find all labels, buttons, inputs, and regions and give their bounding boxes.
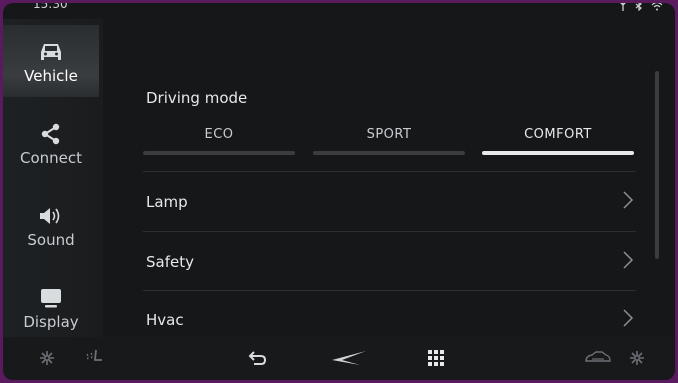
sidebar-item-label: Display xyxy=(23,313,79,331)
chevron-right-icon xyxy=(622,308,634,332)
sidebar-item-display[interactable]: Display xyxy=(3,271,99,343)
sidebar: Vehicle Connect Sound Display xyxy=(3,19,103,337)
status-bar: 15:30 xyxy=(3,3,675,19)
menu-item-label: Safety xyxy=(146,253,194,271)
fan-icon[interactable] xyxy=(625,345,649,371)
back-icon[interactable] xyxy=(246,345,270,371)
car-air-icon[interactable] xyxy=(583,345,613,371)
screen: 15:30 Vehicle Connect Sound Display Driv… xyxy=(3,3,675,380)
chevron-right-icon xyxy=(622,190,634,214)
divider xyxy=(143,231,636,232)
chevron-right-icon xyxy=(622,250,634,274)
tab-eco-indicator xyxy=(143,151,295,155)
sidebar-item-connect[interactable]: Connect xyxy=(3,107,99,179)
brand-logo[interactable] xyxy=(329,345,369,371)
tab-sport-indicator xyxy=(313,151,465,155)
car-icon xyxy=(38,37,64,67)
driving-mode-title: Driving mode xyxy=(146,89,248,107)
speaker-icon xyxy=(38,201,64,231)
bluetooth-icon xyxy=(634,3,644,14)
clock: 15:30 xyxy=(33,3,68,11)
settings-panel: Driving mode ECO SPORT COMFORT Lamp Safe… xyxy=(103,19,663,337)
tab-comfort[interactable]: COMFORT xyxy=(482,127,634,142)
sidebar-item-label: Vehicle xyxy=(24,67,78,85)
antenna-icon xyxy=(619,3,627,14)
fan-icon[interactable] xyxy=(35,345,59,371)
tab-comfort-indicator xyxy=(482,151,634,155)
menu-item-lamp[interactable]: Lamp xyxy=(143,173,636,231)
display-icon xyxy=(39,283,63,313)
divider xyxy=(143,171,636,172)
tab-eco[interactable]: ECO xyxy=(143,127,295,142)
menu-item-safety[interactable]: Safety xyxy=(143,233,636,291)
sidebar-item-label: Sound xyxy=(27,231,75,249)
menu-item-label: Hvac xyxy=(146,311,184,329)
scrollbar[interactable] xyxy=(655,71,659,259)
status-icons xyxy=(619,3,663,14)
bottom-bar xyxy=(3,337,675,380)
seat-heat-icon[interactable] xyxy=(81,345,107,371)
wifi-icon xyxy=(651,3,663,14)
sidebar-item-vehicle[interactable]: Vehicle xyxy=(3,25,99,97)
menu-item-label: Lamp xyxy=(146,193,188,211)
share-icon xyxy=(40,119,62,149)
sidebar-item-label: Connect xyxy=(19,149,83,167)
sidebar-item-sound[interactable]: Sound xyxy=(3,189,99,261)
tab-sport[interactable]: SPORT xyxy=(313,127,465,142)
apps-grid-icon[interactable] xyxy=(423,345,449,371)
